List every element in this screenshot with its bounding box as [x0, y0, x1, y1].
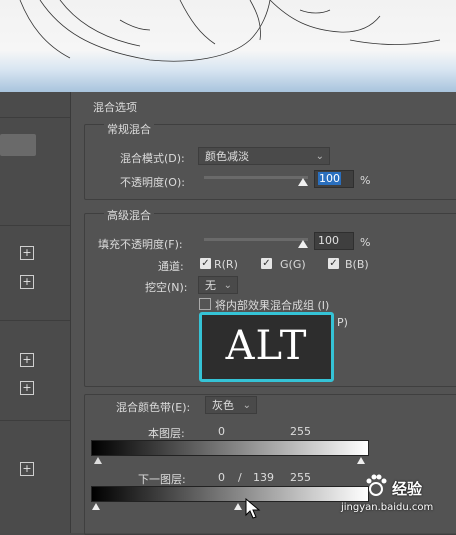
this-layer-white-slider[interactable] — [357, 457, 365, 464]
alt-key-badge: ALT — [199, 312, 334, 382]
styles-divider — [0, 117, 70, 118]
channels-label: 通道: — [158, 260, 184, 273]
arrow-cursor-icon — [245, 498, 261, 519]
checkmark-icon: ✓ — [262, 258, 271, 269]
fill-opacity-input[interactable]: 100 — [314, 232, 354, 250]
styles-list-panel — [0, 92, 71, 533]
blend-if-value: 灰色 — [212, 399, 234, 412]
blending-options-title: 混合选项 — [93, 101, 137, 114]
blend-mode-select[interactable]: 颜色减淡 ⌄ — [198, 147, 330, 165]
underlying-separator: / — [238, 471, 242, 484]
blend-if-label: 混合颜色带(E): — [116, 401, 191, 414]
underlying-max: 255 — [290, 471, 311, 484]
checkmark-icon: ✓ — [329, 258, 338, 269]
opacity-label: 不透明度(O): — [120, 176, 185, 189]
styles-divider — [0, 225, 70, 226]
add-style-plus-icon[interactable]: + — [20, 462, 34, 476]
channel-r-label: R(R) — [214, 258, 238, 271]
underlying-black-slider-left[interactable] — [92, 503, 100, 510]
underlying-mid: 139 — [253, 471, 274, 484]
this-layer-gradient-bar[interactable] — [91, 440, 369, 456]
add-style-plus-icon[interactable]: + — [20, 246, 34, 260]
this-layer-min: 0 — [218, 425, 225, 438]
chevron-down-icon: ⌄ — [223, 280, 232, 291]
fill-opacity-unit: % — [360, 236, 371, 249]
channel-g-label: G(G) — [280, 258, 306, 271]
opacity-slider-thumb[interactable] — [298, 178, 308, 186]
underlying-gradient-bar[interactable] — [91, 486, 369, 502]
blend-mode-value: 颜色减淡 — [205, 150, 249, 163]
add-style-plus-icon[interactable]: + — [20, 381, 34, 395]
add-style-plus-icon[interactable]: + — [20, 353, 34, 367]
blend-if-group — [84, 394, 456, 535]
styles-divider — [0, 320, 70, 321]
chevron-down-icon: ⌄ — [315, 151, 324, 162]
chevron-down-icon: ⌄ — [242, 400, 251, 411]
opacity-slider-track[interactable] — [204, 176, 308, 179]
this-layer-max: 255 — [290, 425, 311, 438]
fill-opacity-slider-track[interactable] — [204, 238, 308, 241]
this-layer-label: 本图层: — [148, 427, 185, 440]
channel-b-label: B(B) — [345, 258, 369, 271]
channel-g-checkbox[interactable]: ✓ — [261, 258, 272, 269]
baidu-paw-icon — [366, 474, 387, 496]
underlying-black-slider-right[interactable] — [234, 503, 242, 510]
watermark-url: jingyan.baidu.com — [341, 502, 434, 513]
channel-r-checkbox[interactable]: ✓ — [200, 258, 211, 269]
channel-b-checkbox[interactable]: ✓ — [328, 258, 339, 269]
checkmark-icon: ✓ — [201, 258, 210, 269]
this-layer-black-slider[interactable] — [94, 457, 102, 464]
fill-opacity-slider-thumb[interactable] — [298, 240, 308, 248]
fill-opacity-label: 填充不透明度(F): — [98, 238, 183, 251]
knockout-select[interactable]: 无 ⌄ — [198, 276, 238, 294]
partial-option-label: P) — [337, 316, 348, 329]
blend-interior-checkbox[interactable] — [199, 298, 211, 310]
underlying-layer-label: 下一图层: — [138, 473, 186, 486]
underlying-min: 0 — [218, 471, 225, 484]
opacity-unit: % — [360, 174, 371, 187]
blend-mode-label: 混合模式(D): — [120, 152, 185, 165]
opacity-input[interactable]: 100 — [314, 170, 354, 188]
add-style-plus-icon[interactable]: + — [20, 275, 34, 289]
blend-if-select[interactable]: 灰色 ⌄ — [205, 396, 257, 414]
styles-list-selected-item[interactable] — [0, 134, 36, 156]
sketch-portrait-image — [19, 0, 441, 62]
knockout-value: 无 — [205, 279, 216, 292]
blend-interior-label: 将内部效果混合成组 (I) — [215, 299, 330, 312]
styles-divider — [0, 420, 70, 421]
watermark-brand: 经验 — [392, 480, 423, 498]
general-blending-title: 常规混合 — [104, 121, 154, 137]
knockout-label: 挖空(N): — [145, 281, 188, 294]
advanced-blending-title: 高级混合 — [104, 207, 154, 223]
canvas-photo-strip — [0, 0, 456, 92]
